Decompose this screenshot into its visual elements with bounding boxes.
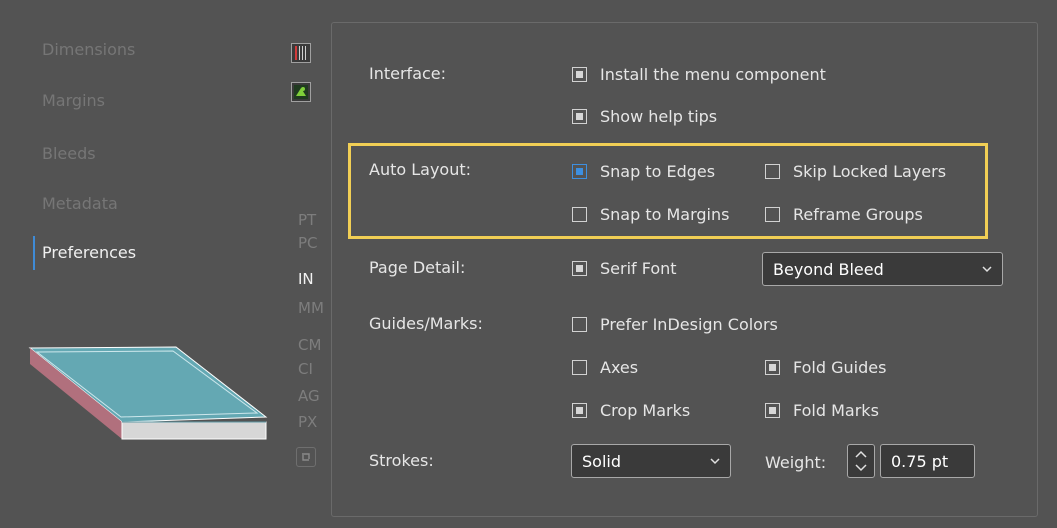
prefer-colors-label: Prefer InDesign Colors	[600, 314, 778, 334]
strokes-label: Strokes:	[369, 451, 434, 470]
checkbox-mark	[576, 112, 583, 120]
chevron-down-icon	[982, 266, 992, 273]
sidebar-item-preferences[interactable]: Preferences	[42, 243, 136, 263]
install-menu-checkbox[interactable]: Install the menu component	[572, 63, 826, 85]
crop-marks-label: Crop Marks	[600, 400, 691, 420]
unit-pt[interactable]: PT	[298, 211, 316, 229]
checkbox-box	[765, 206, 780, 222]
checkbox-mark	[769, 363, 776, 371]
serif-font-checkbox[interactable]: Serif Font	[572, 257, 677, 279]
active-nav-indicator	[33, 236, 35, 270]
weight-input[interactable]: 0.75 pt	[880, 444, 975, 478]
checkbox-box	[572, 108, 587, 124]
checkbox-mark	[576, 264, 583, 272]
checkbox-box	[572, 206, 587, 222]
strokes-select[interactable]: Solid	[571, 444, 731, 478]
checkbox-mark	[576, 70, 583, 78]
unit-px[interactable]: PX	[298, 413, 317, 431]
weight-stepper[interactable]	[847, 444, 875, 478]
prefer-colors-checkbox[interactable]: Prefer InDesign Colors	[572, 313, 778, 335]
sidebar-item-dimensions[interactable]: Dimensions	[42, 40, 135, 60]
fold-guides-label: Fold Guides	[793, 357, 887, 377]
checkbox-box	[572, 316, 587, 332]
help-tips-label: Show help tips	[600, 106, 718, 126]
axes-label: Axes	[600, 357, 639, 377]
reset-units-icon[interactable]	[296, 447, 316, 467]
reframe-groups-label: Reframe Groups	[793, 204, 923, 224]
checkbox-box	[572, 66, 587, 82]
checkbox-box	[572, 163, 587, 179]
help-tips-checkbox[interactable]: Show help tips	[572, 105, 717, 127]
checkbox-box	[572, 359, 587, 375]
install-menu-label: Install the menu component	[600, 64, 826, 84]
snap-edges-label: Snap to Edges	[600, 161, 716, 181]
ruler-icon-graphic	[295, 46, 306, 60]
page-detail-select[interactable]: Beyond Bleed	[762, 252, 1003, 286]
checkbox-box	[765, 402, 780, 418]
sidebar-item-margins[interactable]: Margins	[42, 91, 105, 111]
checkbox-box	[765, 163, 780, 179]
sidebar: Dimensions Margins Bleeds Metadata Prefe…	[0, 0, 324, 528]
fold-guides-checkbox[interactable]: Fold Guides	[765, 356, 886, 378]
chevron-down-icon	[710, 458, 720, 465]
sidebar-item-bleeds[interactable]: Bleeds	[42, 144, 96, 164]
unit-mm[interactable]: MM	[298, 299, 324, 317]
unit-pc[interactable]: PC	[298, 234, 318, 252]
ruler-icon[interactable]	[291, 43, 311, 63]
snap-margins-label: Snap to Margins	[600, 204, 730, 224]
fold-marks-checkbox[interactable]: Fold Marks	[765, 399, 879, 421]
axes-checkbox[interactable]: Axes	[572, 356, 638, 378]
book-preview	[28, 346, 268, 440]
auto-layout-label: Auto Layout:	[369, 160, 472, 179]
strokes-value: Solid	[582, 451, 621, 471]
plugin-icon-graphic	[294, 85, 308, 99]
snap-margins-checkbox[interactable]: Snap to Margins	[572, 203, 729, 225]
unit-cm[interactable]: CM	[298, 336, 321, 354]
checkbox-box	[572, 260, 587, 276]
unit-ci[interactable]: CI	[298, 360, 313, 378]
interface-label: Interface:	[369, 64, 447, 83]
checkbox-box	[765, 359, 780, 375]
plugin-icon[interactable]	[291, 82, 311, 102]
page-detail-value: Beyond Bleed	[773, 259, 884, 279]
fold-marks-label: Fold Marks	[793, 400, 879, 420]
checkbox-box	[572, 402, 587, 418]
serif-font-label: Serif Font	[600, 258, 677, 278]
skip-locked-label: Skip Locked Layers	[793, 161, 947, 181]
stepper-arrows-icon	[855, 450, 867, 472]
reset-units-graphic	[302, 453, 310, 461]
page-detail-label: Page Detail:	[369, 258, 466, 277]
unit-in[interactable]: IN	[298, 270, 314, 288]
skip-locked-checkbox[interactable]: Skip Locked Layers	[765, 160, 946, 182]
crop-marks-checkbox[interactable]: Crop Marks	[572, 399, 690, 421]
checkbox-mark	[576, 406, 583, 414]
snap-edges-checkbox[interactable]: Snap to Edges	[572, 160, 715, 182]
checkbox-mark	[769, 406, 776, 414]
checkbox-mark	[576, 167, 583, 175]
reframe-groups-checkbox[interactable]: Reframe Groups	[765, 203, 923, 225]
sidebar-item-metadata[interactable]: Metadata	[42, 194, 118, 214]
weight-label: Weight:	[765, 453, 827, 472]
guides-label: Guides/Marks:	[369, 314, 483, 333]
unit-ag[interactable]: AG	[298, 387, 320, 405]
